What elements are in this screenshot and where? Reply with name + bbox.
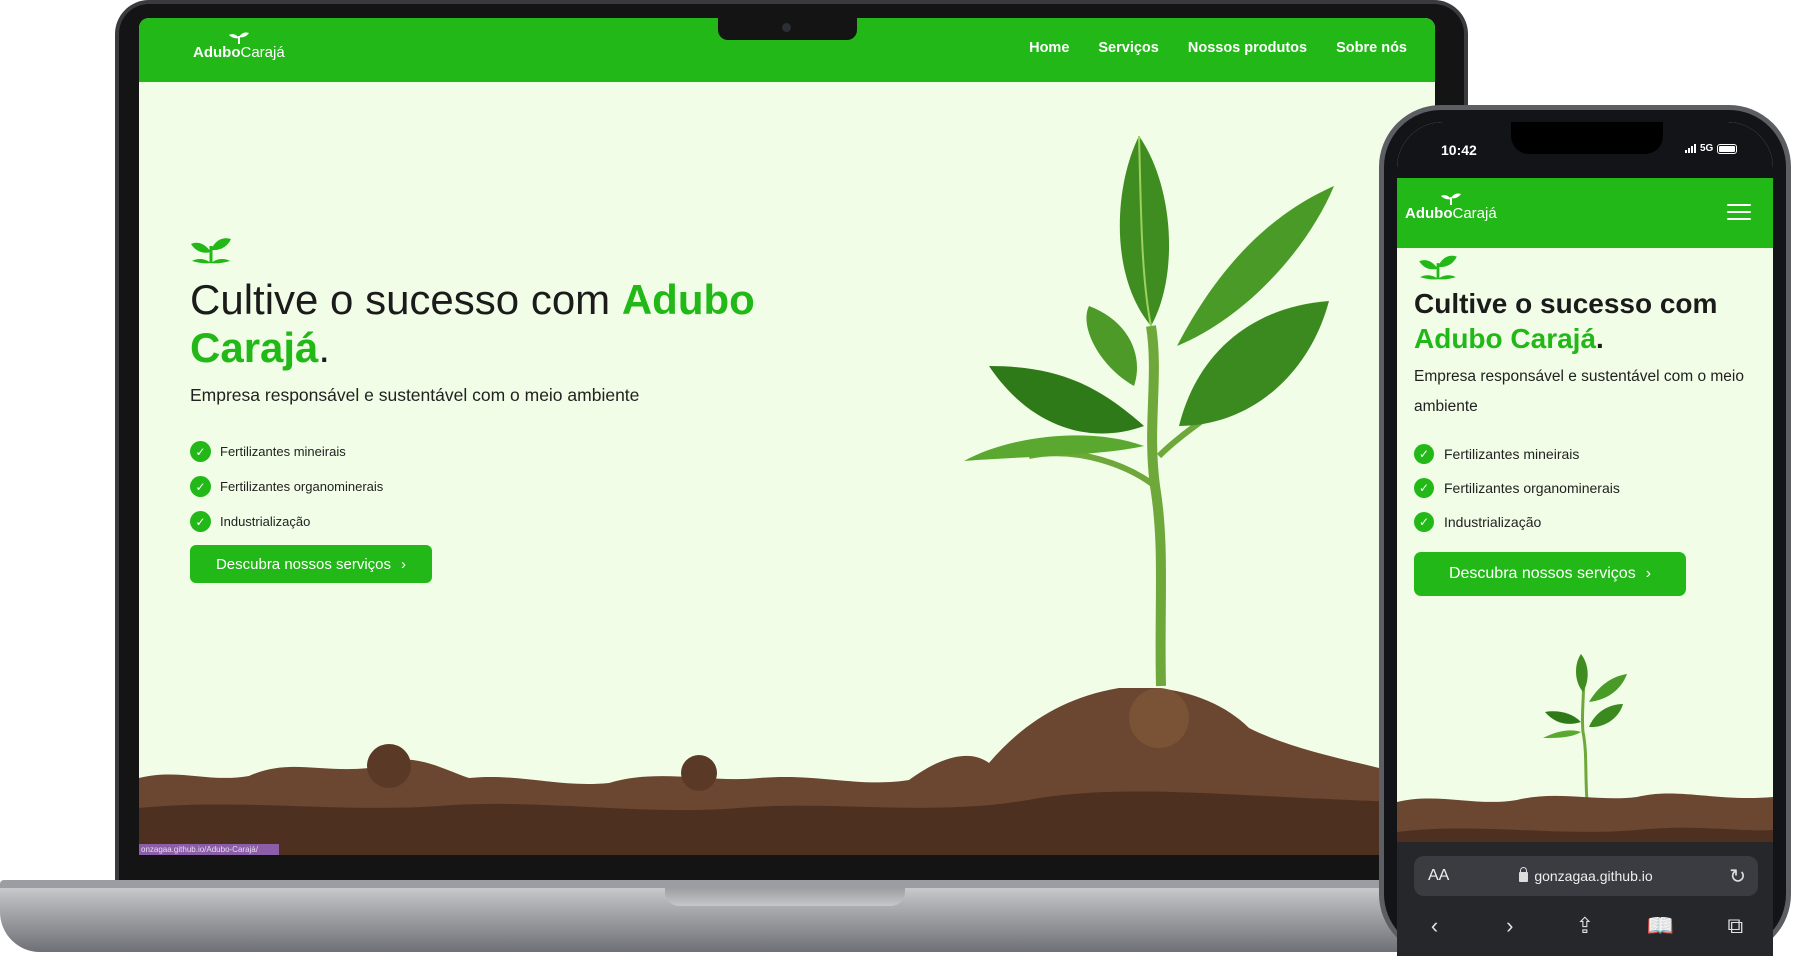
check-icon: ✓ — [190, 441, 211, 462]
cta-button[interactable]: Descubra nossos serviços › — [190, 545, 432, 583]
feature-label: Industrialização — [1444, 514, 1542, 530]
forward-icon[interactable]: › — [1494, 913, 1526, 939]
back-icon[interactable]: ‹ — [1419, 913, 1451, 939]
mobile-site-logo[interactable]: AduboCarajá — [1405, 192, 1497, 221]
camera-icon — [782, 23, 791, 32]
feature-label: Fertilizantes organominerais — [1444, 480, 1620, 496]
address-bar[interactable]: AA gonzagaa.github.io ↻ — [1414, 856, 1758, 896]
logo-word-light: Carajá — [1452, 205, 1497, 222]
feature-item: ✓ Fertilizantes organominerais — [190, 469, 383, 504]
hero-title-text: Cultive o sucesso com — [1414, 288, 1718, 319]
nav-links: Home Serviços Nossos produtos Sobre nós — [1029, 40, 1407, 56]
mobile-hero-subtitle: Empresa responsável e sustentável com o … — [1414, 368, 1744, 415]
sprout-icon — [191, 238, 231, 264]
feature-item: ✓ Fertilizantes mineirais — [1414, 437, 1620, 471]
site-logo[interactable]: AduboCarajá — [193, 31, 285, 60]
signal-icon — [1685, 144, 1696, 153]
laptop-notch — [718, 18, 857, 40]
check-icon: ✓ — [1414, 512, 1434, 532]
check-icon: ✓ — [1414, 444, 1434, 464]
feature-list: ✓ Fertilizantes mineirais ✓ Fertilizantes … — [190, 434, 383, 539]
status-url: onzagaa.github.io/Adubo-Carajá/ — [139, 844, 279, 855]
url-display: gonzagaa.github.io — [1414, 867, 1758, 884]
url-text: gonzagaa.github.io — [1534, 868, 1653, 884]
sprout-logo-icon — [1440, 193, 1461, 206]
hero-title-period: . — [1596, 323, 1604, 354]
nav-link-produtos[interactable]: Nossos produtos — [1188, 40, 1307, 56]
laptop-groove — [665, 888, 905, 906]
plant-image — [964, 135, 1334, 687]
nav-link-home[interactable]: Home — [1029, 40, 1069, 56]
desktop-site: AduboCarajá Home Serviços Nossos produto… — [139, 18, 1435, 855]
feature-label: Industrialização — [220, 514, 311, 529]
laptop-base-rim — [0, 880, 1520, 888]
cta-label: Descubra nossos serviços — [215, 555, 392, 573]
mobile-navbar: AduboCarajá — [1397, 178, 1773, 248]
mobile-site: 10:42 5G AduboCarajá Cultive o sucesso c… — [1397, 122, 1773, 956]
phone-notch — [1511, 122, 1663, 154]
hero-title-period: . — [318, 324, 331, 371]
feature-item: ✓ Fertilizantes organominerais — [1414, 471, 1620, 505]
bookmarks-icon[interactable]: 📖 — [1644, 913, 1676, 939]
battery-icon — [1717, 143, 1738, 154]
feature-label: Fertilizantes mineirais — [1444, 446, 1580, 462]
soil-image — [139, 688, 1435, 855]
lock-icon — [1519, 867, 1529, 882]
browser-toolbar: ‹ › ⇪ 📖 ⧉ — [1397, 908, 1773, 944]
mobile-hero-title: Cultive o sucesso com Adubo Carajá. — [1414, 286, 1764, 356]
logo-word-bold: Adubo — [1405, 205, 1453, 222]
share-icon[interactable]: ⇪ — [1569, 913, 1601, 939]
hero-subtitle: Empresa responsável e sustentável com o … — [190, 385, 640, 405]
hero-title-text: Cultive o sucesso com — [190, 276, 622, 323]
sprout-logo-icon — [228, 32, 249, 45]
check-icon: ✓ — [1414, 478, 1434, 498]
tabs-icon[interactable]: ⧉ — [1719, 913, 1751, 939]
check-icon: ✓ — [190, 476, 211, 497]
feature-label: Fertilizantes organominerais — [220, 479, 384, 494]
mobile-feature-list: ✓ Fertilizantes mineirais ✓ Fertilizantes … — [1414, 437, 1620, 539]
reload-icon[interactable]: ↻ — [1729, 864, 1746, 889]
nav-link-sobre[interactable]: Sobre nós — [1336, 40, 1407, 56]
cta-label: Descubra nossos serviços — [1448, 565, 1636, 582]
hero-title-brand: Adubo Carajá — [1414, 323, 1597, 354]
feature-label: Fertilizantes mineirais — [220, 444, 346, 459]
chevron-right-icon: › — [1645, 565, 1652, 582]
nav-link-servicos[interactable]: Serviços — [1098, 40, 1158, 56]
feature-item: ✓ Industrialização — [190, 504, 383, 539]
status-bar: 10:42 5G — [1397, 122, 1773, 178]
check-icon: ✓ — [190, 511, 211, 532]
sprout-icon — [1419, 255, 1457, 280]
logo-word-light: Carajá — [240, 44, 285, 61]
feature-item: ✓ Industrialização — [1414, 505, 1620, 539]
status-time: 10:42 — [1441, 142, 1477, 158]
hero-title: Cultive o sucesso com Adubo Carajá. — [190, 276, 850, 372]
browser-chrome: AA gonzagaa.github.io ↻ ‹ › ⇪ 📖 ⧉ — [1397, 842, 1773, 956]
logo-word-bold: Adubo — [193, 44, 241, 61]
chevron-right-icon: › — [401, 555, 407, 573]
feature-item: ✓ Fertilizantes mineirais — [190, 434, 383, 469]
menu-icon[interactable] — [1727, 204, 1751, 222]
mobile-cta-button[interactable]: Descubra nossos serviços › — [1414, 552, 1686, 596]
status-indicators: 5G — [1685, 143, 1738, 154]
network-label: 5G — [1700, 143, 1714, 154]
